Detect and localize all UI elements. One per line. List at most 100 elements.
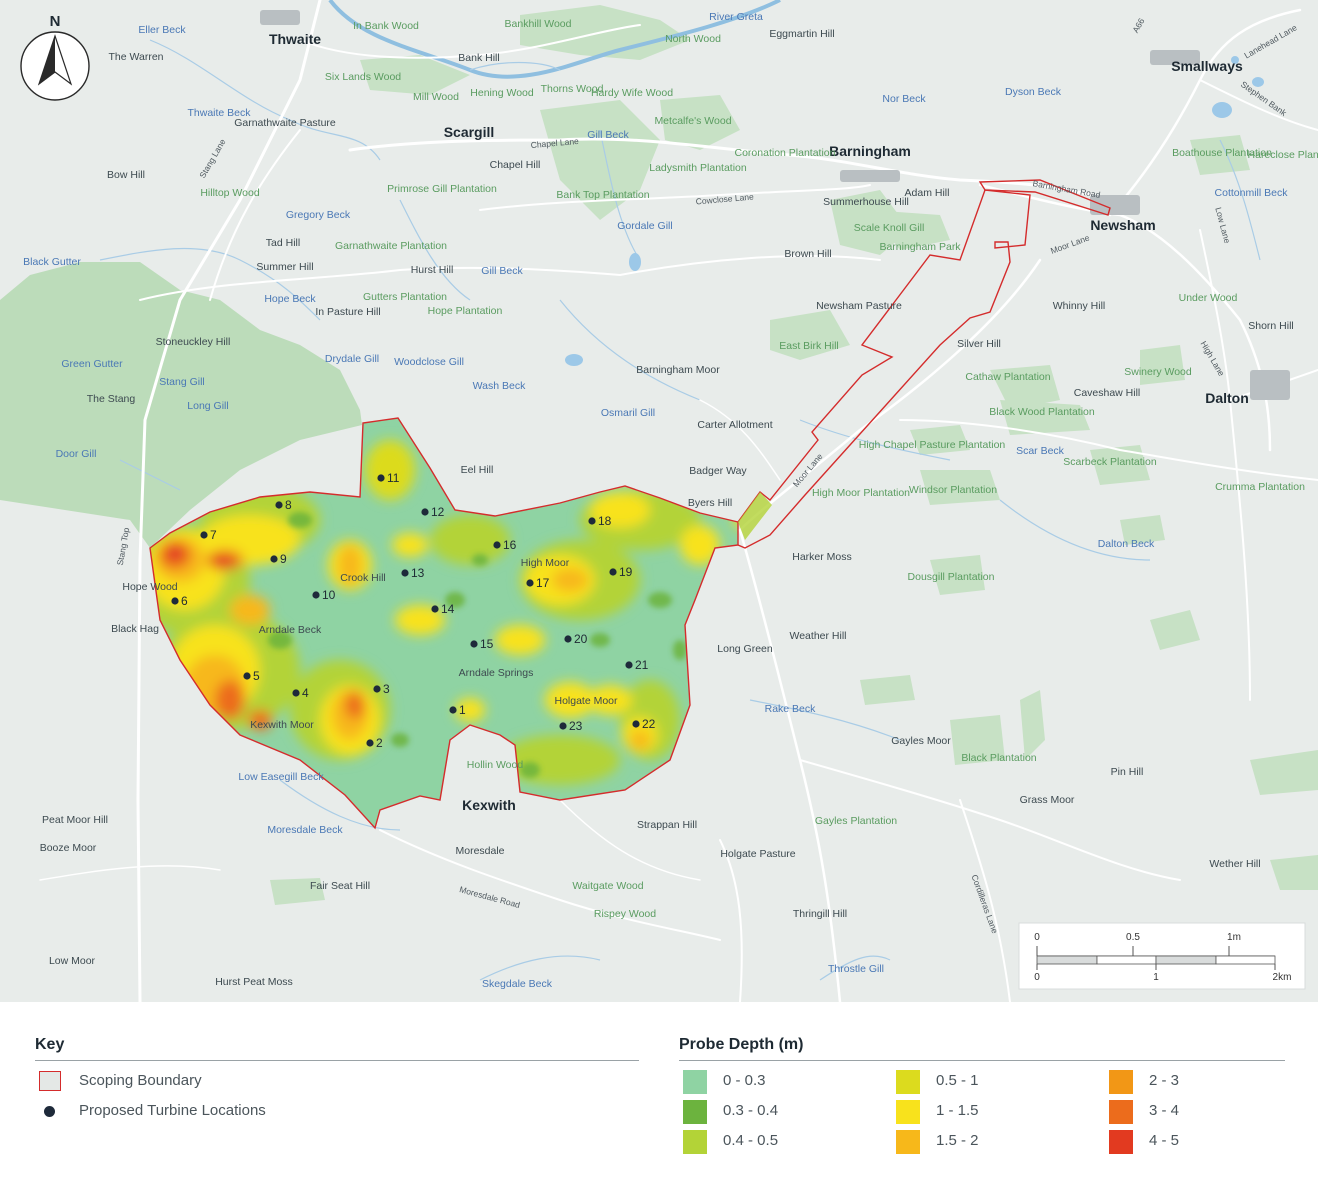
water-label: Dyson Beck bbox=[1005, 86, 1062, 98]
feature-label: Summer Hill bbox=[256, 261, 313, 273]
turbine-marker-13[interactable] bbox=[401, 569, 409, 577]
north-label: N bbox=[50, 13, 61, 30]
feature-label: The Stang bbox=[87, 393, 136, 405]
feature-label: Stoneuckley Hill bbox=[156, 336, 231, 348]
map-panel[interactable]: 1 2 3 4 5 6 7 8 9 10 11 12 13 14 15 16 17 18 19 20 21 22 23 Th… bbox=[0, 0, 1318, 1002]
feature-label: Arndale Springs bbox=[459, 667, 534, 679]
feature-label: Bow Hill bbox=[107, 169, 145, 181]
feature-label: Hope Wood bbox=[122, 581, 177, 593]
map-canvas: 1234567891011121314151617181920212223 Th… bbox=[0, 0, 1318, 1002]
turbine-label-16: 16 bbox=[503, 538, 517, 552]
probe-divider bbox=[679, 1060, 1285, 1061]
water-label: Door Gill bbox=[56, 448, 97, 460]
water-label: Thwaite Beck bbox=[187, 107, 251, 119]
wood-label: Windsor Plantation bbox=[909, 484, 997, 496]
turbine-label-6: 6 bbox=[181, 594, 188, 608]
probe-label-8: 3 - 4 bbox=[1149, 1102, 1180, 1119]
turbine-marker-11[interactable] bbox=[377, 474, 385, 482]
turbine-label-9: 9 bbox=[280, 552, 287, 566]
water-label: Rake Beck bbox=[765, 703, 817, 715]
turbine-label-4: 4 bbox=[302, 686, 309, 700]
feature-label: Whinny Hill bbox=[1053, 300, 1106, 312]
turbine-marker-9[interactable] bbox=[270, 555, 278, 563]
turbine-marker-5[interactable] bbox=[243, 672, 251, 680]
wood-label: Hardy Wife Wood bbox=[591, 87, 673, 99]
turbine-marker-12[interactable] bbox=[421, 508, 429, 516]
turbine-marker-1[interactable] bbox=[449, 706, 457, 714]
turbine-marker-2[interactable] bbox=[366, 739, 374, 747]
turbine-marker-18[interactable] bbox=[588, 517, 596, 525]
turbine-marker-8[interactable] bbox=[275, 501, 283, 509]
probe-label-4: 0.5 - 1 bbox=[936, 1072, 979, 1089]
turbine-label-8: 8 bbox=[285, 498, 292, 512]
wood-label: Barningham Park bbox=[879, 241, 961, 253]
feature-label: Hurst Hill bbox=[411, 264, 454, 276]
water-label: Long Gill bbox=[187, 400, 228, 412]
feature-label: Thringill Hill bbox=[793, 908, 847, 920]
feature-label: Carter Allotment bbox=[697, 419, 772, 431]
feature-label: Moresdale bbox=[455, 845, 504, 857]
feature-label: Badger Way bbox=[689, 465, 747, 477]
wood-label: Coronation Plantation bbox=[735, 147, 836, 159]
turbine-marker-19[interactable] bbox=[609, 568, 617, 576]
turbine-marker-15[interactable] bbox=[470, 640, 478, 648]
wood-label: Black Wood Plantation bbox=[989, 406, 1095, 418]
turbine-marker-6[interactable] bbox=[171, 597, 179, 605]
turbine-marker-16[interactable] bbox=[493, 541, 501, 549]
water-label: River Greta bbox=[709, 11, 763, 23]
feature-label: Hurst Peat Moss bbox=[215, 976, 293, 988]
turbine-marker-21[interactable] bbox=[625, 661, 633, 669]
turbine-marker-22[interactable] bbox=[632, 720, 640, 728]
scale-bottom-1: 1 bbox=[1153, 972, 1159, 983]
turbine-label-12: 12 bbox=[431, 505, 445, 519]
feature-label: Crook Hill bbox=[340, 572, 386, 584]
wood-label: Rispey Wood bbox=[594, 908, 656, 920]
wood-label: Ladysmith Plantation bbox=[649, 162, 747, 174]
water-label: Moresdale Beck bbox=[267, 824, 343, 836]
feature-label: Adam Hill bbox=[905, 187, 950, 199]
water-label: Osmaril Gill bbox=[601, 407, 655, 419]
feature-label: Black Hag bbox=[111, 623, 159, 635]
turbine-label-11: 11 bbox=[387, 471, 400, 485]
wood-label: Garnathwaite Plantation bbox=[335, 240, 447, 252]
probe-depth-title: Probe Depth (m) bbox=[679, 1036, 804, 1053]
water-label: Low Easegill Beck bbox=[238, 771, 324, 783]
scale-top-1: 0.5 bbox=[1126, 932, 1140, 943]
turbine-marker-7[interactable] bbox=[200, 531, 208, 539]
turbine-marker-14[interactable] bbox=[431, 605, 439, 613]
feature-label: Shorn Hill bbox=[1248, 320, 1294, 332]
turbine-marker-3[interactable] bbox=[373, 685, 381, 693]
probe-label-7: 2 - 3 bbox=[1149, 1072, 1180, 1089]
wood-label: Waitgate Wood bbox=[572, 880, 643, 892]
turbine-label-23: 23 bbox=[569, 719, 583, 733]
feature-label: Caveshaw Hill bbox=[1074, 387, 1141, 399]
wood-label: Hareclose Plantation bbox=[1248, 149, 1318, 161]
turbine-marker-23[interactable] bbox=[559, 722, 567, 730]
water-label: Throstle Gill bbox=[828, 963, 884, 975]
turbine-label-15: 15 bbox=[480, 637, 494, 651]
key-item-boundary: Scoping Boundary bbox=[79, 1072, 202, 1089]
legend-panel: Key Scoping Boundary Proposed Turbine Lo… bbox=[0, 1002, 1318, 1193]
feature-label: Arndale Beck bbox=[259, 624, 322, 636]
turbine-marker-17[interactable] bbox=[526, 579, 534, 587]
feature-label: Weather Hill bbox=[790, 630, 847, 642]
probe-label-6: 1.5 - 2 bbox=[936, 1132, 979, 1149]
turbine-label-5: 5 bbox=[253, 669, 260, 683]
key-divider bbox=[35, 1060, 639, 1061]
scale-bottom-2: 2km bbox=[1273, 972, 1292, 983]
turbine-marker-10[interactable] bbox=[312, 591, 320, 599]
feature-label: Low Moor bbox=[49, 955, 96, 967]
turbine-label-19: 19 bbox=[619, 565, 633, 579]
scoping-boundary-swatch bbox=[39, 1071, 61, 1091]
wood-label: Dousgill Plantation bbox=[908, 571, 995, 583]
turbine-marker-20[interactable] bbox=[564, 635, 572, 643]
probe-label-9: 4 - 5 bbox=[1149, 1132, 1180, 1149]
feature-label: Harker Moss bbox=[792, 551, 852, 563]
place-label: Scargill bbox=[444, 124, 495, 140]
place-label: Thwaite bbox=[269, 31, 321, 47]
probe-swatch-3 bbox=[683, 1130, 707, 1154]
feature-label: Strappan Hill bbox=[637, 819, 697, 831]
key-title: Key bbox=[35, 1036, 65, 1053]
probe-swatch-4 bbox=[896, 1070, 920, 1094]
turbine-marker-4[interactable] bbox=[292, 689, 300, 697]
